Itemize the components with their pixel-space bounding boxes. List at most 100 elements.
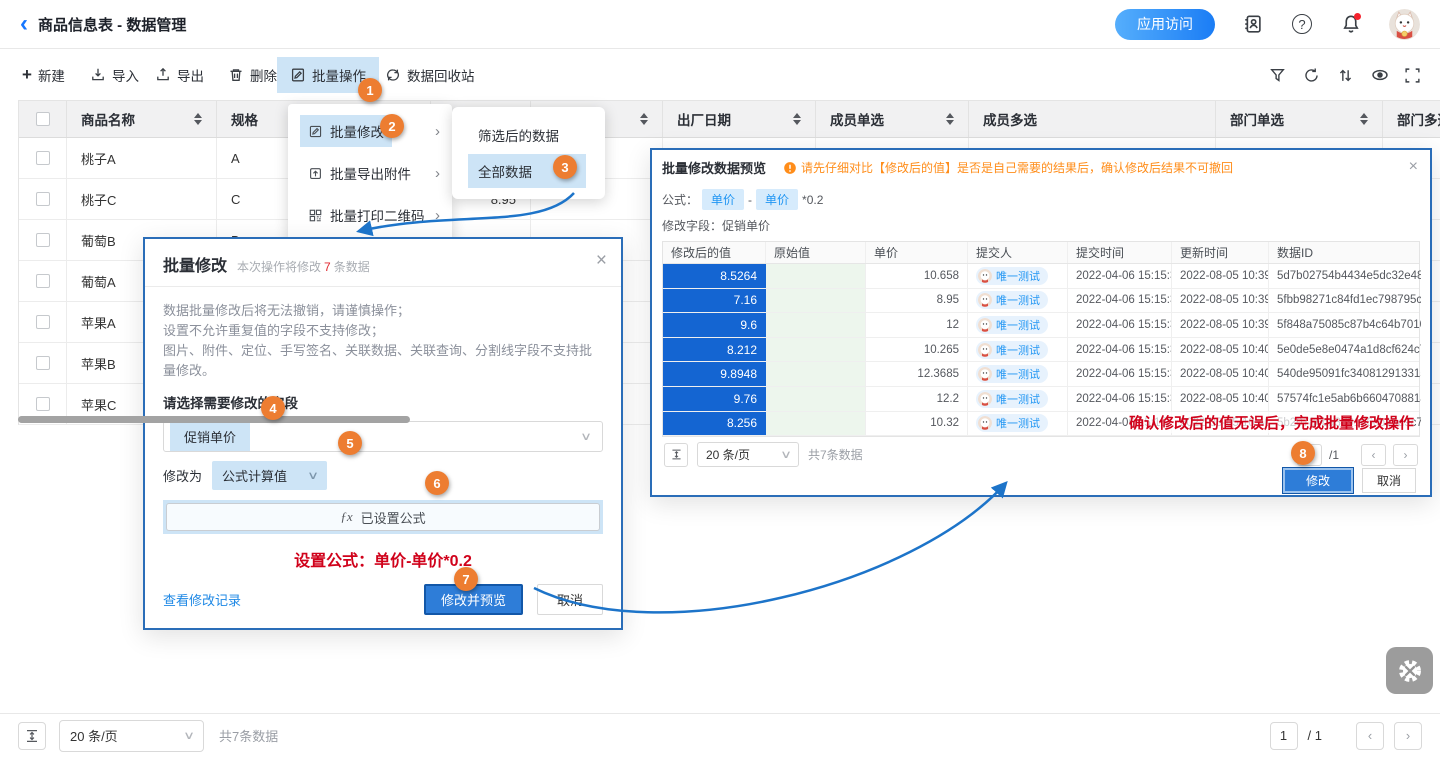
member-avatar: [978, 318, 992, 332]
export-icon: [155, 67, 171, 83]
cell-data-id: 540de95091fc340812913315: [1269, 362, 1421, 386]
notification-bell-icon[interactable]: [1340, 13, 1362, 35]
new-button[interactable]: + 新建: [22, 57, 65, 93]
app-header: ‹ 商品信息表 - 数据管理 应用访问 ?: [0, 0, 1440, 49]
step-badge-6: 6: [425, 471, 449, 495]
cell-original-value: [766, 338, 866, 362]
refresh-icon[interactable]: [1303, 66, 1320, 84]
settings-tools-button[interactable]: [1386, 647, 1433, 694]
row-height-icon[interactable]: [664, 443, 688, 467]
cell-submit-time: 2022-04-06 15:15:37: [1068, 362, 1172, 386]
modal-body: 数据批量修改后将无法撤销，请谨慎操作； 设置不允许重复值的字段不支持修改； 图片…: [145, 287, 621, 571]
modal-header: 批量修改 本次操作将修改7条数据 ×: [145, 239, 621, 287]
column-header-dept-single[interactable]: 部门单选: [1216, 101, 1383, 137]
batch-modify-modal: 批量修改 本次操作将修改7条数据 × 数据批量修改后将无法撤销，请谨慎操作； 设…: [143, 237, 623, 630]
fullscreen-icon[interactable]: [1404, 66, 1421, 84]
header-actions: 应用访问 ?: [1115, 9, 1420, 40]
cell-modified-value: 8.5264: [663, 264, 766, 288]
preview-row: 7.16 8.95 唯一测试 2022-04-06 15:15:37 2022-…: [663, 289, 1419, 314]
column-header-member-multi[interactable]: 成员多选: [969, 101, 1216, 137]
user-avatar[interactable]: [1389, 9, 1420, 40]
cell-original-value: [766, 313, 866, 337]
column-header-product-name[interactable]: 商品名称: [67, 101, 217, 137]
field-select-label: 请选择需要修改的字段: [163, 392, 603, 412]
row-height-icon[interactable]: [18, 722, 46, 750]
column-header-dept-multi[interactable]: 部门多选: [1383, 101, 1440, 137]
preview-header: 批量修改数据预览 请先仔细对比【修改后的值】是否是自己需要的结果后，确认修改后结…: [662, 158, 1420, 177]
horizontal-scrollbar[interactable]: [18, 416, 410, 423]
preview-row: 9.8948 12.3685 唯一测试 2022-04-06 15:15:37 …: [663, 362, 1419, 387]
chevron-right-icon: ›: [435, 165, 440, 182]
menu-item-batch-print-qrcode[interactable]: 批量打印二维码 ›: [288, 194, 452, 236]
cell-unit-price: 12.3685: [866, 362, 968, 386]
contacts-icon[interactable]: [1242, 13, 1264, 35]
current-page[interactable]: 1: [1270, 722, 1298, 750]
delete-button[interactable]: 删除: [228, 57, 277, 93]
help-icon[interactable]: ?: [1291, 13, 1313, 35]
row-checkbox[interactable]: [36, 397, 50, 411]
cell-modified-value: 8.256: [663, 412, 766, 436]
preview-next-page-button[interactable]: ›: [1393, 444, 1418, 466]
preview-prev-page-button[interactable]: ‹: [1361, 444, 1386, 466]
gear-tools-icon: [1396, 657, 1424, 685]
cell-update-time: 2022-08-05 10:39:40: [1172, 264, 1269, 288]
next-page-button[interactable]: ›: [1394, 722, 1422, 750]
prev-page-button[interactable]: ‹: [1356, 722, 1384, 750]
column-header-factory-date[interactable]: 出厂日期: [663, 101, 816, 137]
close-icon[interactable]: ×: [596, 251, 607, 270]
import-button[interactable]: 导入: [90, 57, 139, 93]
preview-page-size-select[interactable]: 20 条/页 ∨: [697, 442, 799, 467]
preview-formula-line: 公式： 单价 - 单价 *0.2: [662, 189, 1420, 210]
preview-cancel-button[interactable]: 取消: [1362, 468, 1416, 493]
confirm-modify-button[interactable]: 修改: [1283, 468, 1353, 493]
menu-item-batch-modify[interactable]: 批量修改 ›: [288, 110, 452, 152]
sort-order-icon[interactable]: [1337, 66, 1354, 84]
cell-original-value: [766, 412, 866, 436]
member-avatar: [978, 416, 992, 430]
sort-icon[interactable]: [946, 113, 954, 125]
column-header-member-single[interactable]: 成员单选: [816, 101, 969, 137]
step-badge-8: 8: [1291, 441, 1315, 465]
confirm-annotation: 确认修改后的值无误后，完成批量修改操作: [1129, 412, 1414, 433]
back-icon[interactable]: ‹: [20, 14, 28, 34]
preview-warning: 请先仔细对比【修改后的值】是否是自己需要的结果后，确认修改后结果不可撤回: [784, 159, 1233, 176]
page-footer: 20 条/页 ∨ 共7条数据 1 / 1 ‹ ›: [0, 713, 1440, 757]
close-icon[interactable]: ×: [1409, 158, 1418, 176]
export-button[interactable]: 导出: [155, 57, 204, 93]
chevron-down-icon: ∨: [780, 448, 792, 461]
sort-icon[interactable]: [793, 113, 801, 125]
sort-icon[interactable]: [640, 113, 648, 125]
submenu-item-all-data[interactable]: 全部数据: [452, 153, 605, 189]
cell-original-value: [766, 289, 866, 313]
modify-history-link[interactable]: 查看修改记录: [163, 590, 241, 609]
row-checkbox[interactable]: [36, 315, 50, 329]
cancel-button[interactable]: 取消: [537, 584, 603, 615]
cell-submitter: 唯一测试: [968, 313, 1068, 337]
select-all-checkbox[interactable]: [36, 112, 50, 126]
row-checkbox[interactable]: [36, 233, 50, 247]
modify-mode-select[interactable]: 公式计算值 ∨: [212, 461, 327, 490]
sort-icon[interactable]: [1360, 113, 1368, 125]
filter-icon[interactable]: [1269, 66, 1286, 84]
row-checkbox[interactable]: [36, 151, 50, 165]
formula-set-button[interactable]: ƒx 已设置公式: [166, 503, 600, 531]
recycle-bin-button[interactable]: 数据回收站: [385, 57, 475, 93]
cell-update-time: 2022-08-05 10:39:49: [1172, 289, 1269, 313]
row-checkbox[interactable]: [36, 356, 50, 370]
cell-data-id: 5f848a75085c87b4c64b7010: [1269, 313, 1421, 337]
modify-and-preview-button[interactable]: 修改并预览: [424, 584, 523, 615]
app-access-button[interactable]: 应用访问: [1115, 9, 1215, 40]
field-select[interactable]: 促销单价 ∨: [163, 421, 603, 452]
sort-icon[interactable]: [194, 113, 202, 125]
row-checkbox[interactable]: [36, 274, 50, 288]
row-checkbox[interactable]: [36, 192, 50, 206]
preview-row: 8.212 10.265 唯一测试 2022-04-06 15:15:37 20…: [663, 338, 1419, 363]
preview-row: 8.5264 10.658 唯一测试 2022-04-06 15:15:37 2…: [663, 264, 1419, 289]
menu-item-batch-export-attachments[interactable]: 批量导出附件 ›: [288, 152, 452, 194]
page-size-select[interactable]: 20 条/页 ∨: [59, 720, 204, 752]
formula-field-chip: 单价: [756, 189, 798, 210]
member-chip: 唯一测试: [976, 267, 1048, 285]
eye-icon[interactable]: [1371, 66, 1389, 84]
submenu-item-filtered-data[interactable]: 筛选后的数据: [452, 117, 605, 153]
cell-data-id: 5d7b02754b4434e5dc32e48b: [1269, 264, 1421, 288]
